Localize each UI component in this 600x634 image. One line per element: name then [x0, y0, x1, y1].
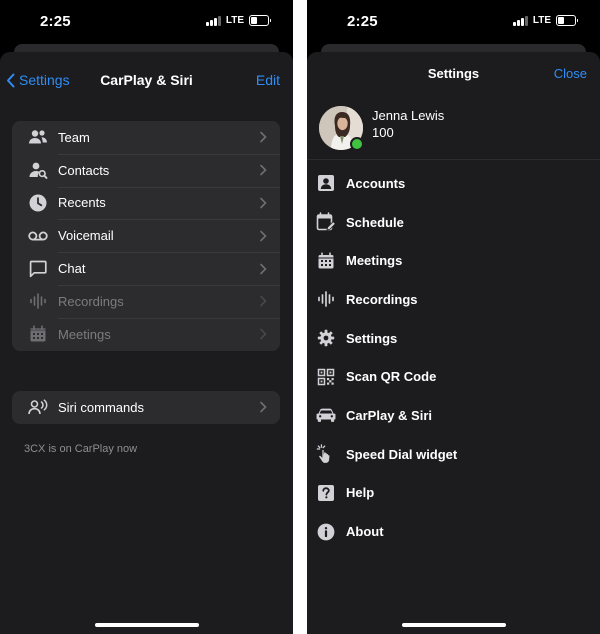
list-item-contacts[interactable]: Contacts — [12, 153, 280, 187]
home-indicator[interactable] — [401, 623, 506, 627]
menu-item-label: Settings — [346, 330, 398, 346]
settings-sheet: Settings Close Jenna Lewis 100 Accounts … — [307, 52, 600, 634]
list-item-recents[interactable]: Recents — [12, 186, 280, 220]
menu-item-about[interactable]: About — [307, 512, 600, 551]
menu-item-label: CarPlay & Siri — [346, 407, 432, 423]
carplay-siri-screen: 2:25 LTE Settings CarPlay & Siri Edit Te… — [0, 0, 293, 634]
chevron-right-icon — [260, 402, 267, 413]
network-label: LTE — [532, 15, 551, 26]
menu-item-label: Scan QR Code — [346, 369, 437, 385]
menu-item-label: Accounts — [346, 175, 406, 191]
menu-item-label: Help — [346, 485, 375, 501]
menu-item-help[interactable]: Help — [307, 474, 600, 513]
battery-icon — [556, 15, 578, 26]
speed-dial-icon — [316, 444, 336, 464]
menu-item-label: About — [346, 524, 384, 540]
list-item-chat[interactable]: Chat — [12, 252, 280, 285]
siri-group: Siri commands — [12, 391, 280, 424]
meetings-icon — [316, 251, 336, 271]
menu-item-label: Schedule — [346, 214, 404, 230]
menu-item-carplay-siri[interactable]: CarPlay & Siri — [307, 396, 600, 435]
nav-bar: Settings CarPlay & Siri Edit — [0, 60, 293, 100]
meetings-icon — [28, 324, 48, 344]
menu-item-recordings[interactable]: Recordings — [307, 280, 600, 319]
list-item-label: Meetings — [58, 326, 111, 342]
close-button[interactable]: Close — [554, 66, 587, 81]
voicemail-icon — [28, 226, 48, 246]
list-item-siri-commands[interactable]: Siri commands — [12, 391, 280, 424]
presence-dot — [350, 137, 364, 151]
profile-extension: 100 — [372, 125, 394, 140]
list-item-label: Recordings — [58, 293, 124, 309]
list-item-recordings[interactable]: Recordings — [12, 284, 280, 318]
car-icon — [316, 405, 336, 425]
chevron-right-icon — [260, 263, 267, 274]
avatar — [319, 106, 364, 151]
menu-item-label: Meetings — [346, 253, 403, 269]
signal-icon — [512, 15, 528, 26]
list-item-meetings[interactable]: Meetings — [12, 317, 280, 351]
list-item-team[interactable]: Team — [12, 121, 280, 154]
list-item-label: Chat — [58, 261, 86, 277]
schedule-icon — [316, 212, 336, 232]
page-title: CarPlay & Siri — [100, 72, 193, 88]
carplay-tabs-list: Team Contacts Recents Voicemail Chat Rec… — [12, 121, 280, 351]
help-icon — [316, 483, 336, 503]
edit-button[interactable]: Edit — [256, 72, 280, 88]
settings-screen: 2:25 LTE Settings Close Jenna Lewis 100 … — [307, 0, 600, 634]
menu-item-meetings[interactable]: Meetings — [307, 241, 600, 280]
list-item-label: Team — [58, 129, 90, 145]
status-time: 2:25 — [347, 13, 378, 30]
menu-item-settings[interactable]: Settings — [307, 319, 600, 358]
accounts-icon — [316, 173, 336, 193]
menu-item-label: Recordings — [346, 291, 418, 307]
chevron-right-icon — [260, 296, 267, 307]
siri-icon — [28, 397, 48, 417]
info-icon — [316, 522, 336, 542]
chat-icon — [28, 259, 48, 279]
menu-item-scan-qr[interactable]: Scan QR Code — [307, 357, 600, 396]
network-label: LTE — [225, 15, 244, 26]
list-item-label: Recents — [58, 195, 106, 211]
status-bar: 2:25 LTE — [307, 0, 600, 44]
signal-icon — [205, 15, 221, 26]
menu-item-schedule[interactable]: Schedule — [307, 203, 600, 242]
qr-code-icon — [316, 367, 336, 387]
contacts-icon — [28, 160, 48, 180]
chevron-right-icon — [260, 197, 267, 209]
home-indicator[interactable] — [94, 623, 199, 627]
menu-item-label: Speed Dial widget — [346, 446, 458, 462]
battery-icon — [249, 15, 271, 26]
carplay-footnote: 3CX is on CarPlay now — [24, 443, 138, 455]
list-item-voicemail[interactable]: Voicemail — [12, 219, 280, 252]
team-icon — [28, 127, 48, 147]
menu-item-accounts[interactable]: Accounts — [307, 164, 600, 203]
menu-item-speed-dial-widget[interactable]: Speed Dial widget — [307, 435, 600, 474]
list-item-label: Siri commands — [58, 399, 144, 415]
carplay-sheet: Settings CarPlay & Siri Edit Team Contac… — [0, 52, 293, 634]
recents-icon — [28, 193, 48, 213]
settings-menu: Accounts Schedule Meetings Recordings Se… — [307, 164, 600, 551]
gear-icon — [316, 328, 336, 348]
chevron-right-icon — [260, 164, 267, 176]
chevron-right-icon — [260, 230, 267, 242]
recordings-icon — [28, 291, 48, 311]
list-item-label: Contacts — [58, 162, 110, 178]
profile-name: Jenna Lewis — [372, 108, 445, 123]
chevron-right-icon — [260, 328, 267, 340]
list-item-label: Voicemail — [58, 228, 114, 244]
status-bar: 2:25 LTE — [0, 0, 293, 44]
chevron-right-icon — [260, 132, 267, 143]
profile-header[interactable]: Jenna Lewis 100 — [307, 100, 600, 160]
recordings-icon — [316, 289, 336, 309]
status-time: 2:25 — [40, 13, 71, 30]
